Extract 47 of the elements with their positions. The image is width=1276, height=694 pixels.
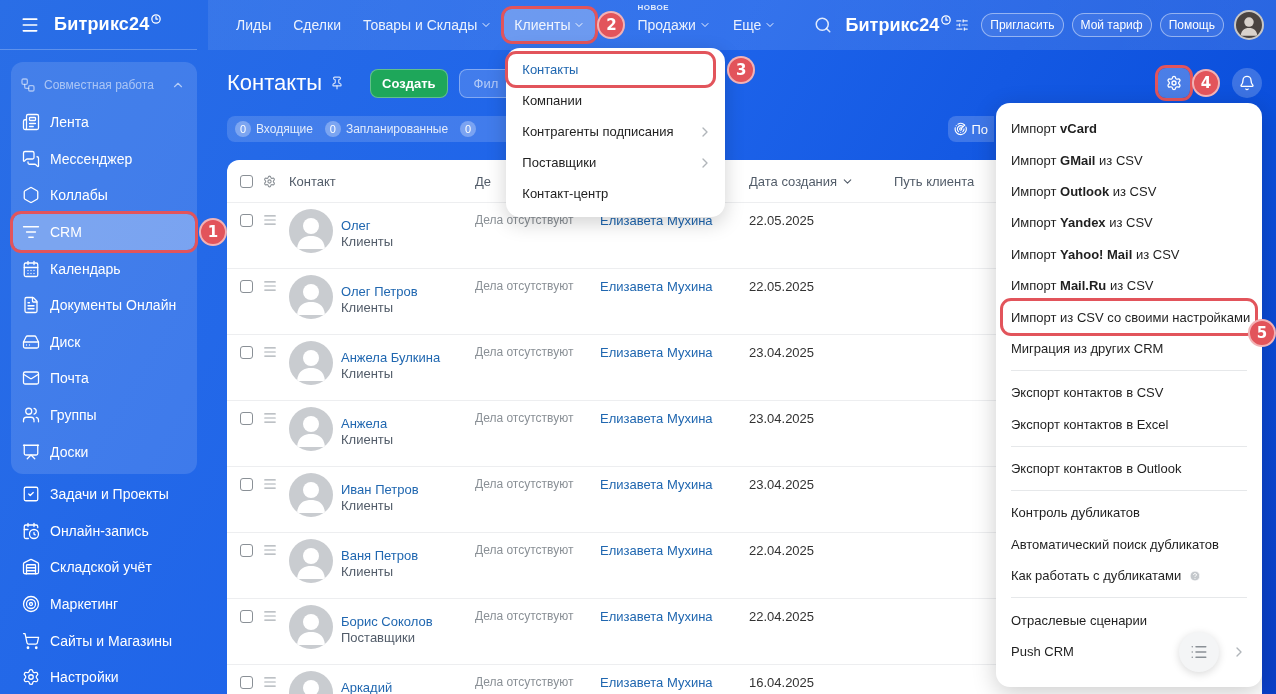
callout-number: 3: [727, 55, 756, 84]
sidebar-label: CRM: [50, 224, 82, 241]
date-cell-text: 22.05.2025: [749, 212, 816, 228]
contact-type: Клиенты: [341, 498, 395, 513]
logo-text: Битрикс24: [845, 14, 940, 36]
sidebar-label: Коллабы: [50, 187, 108, 204]
date-cell-text: 22.04.2025: [749, 542, 816, 558]
date-cell-text: 23.04.2025: [749, 476, 816, 492]
sidebar-label: Календарь: [50, 260, 121, 277]
activity-text: Дела отсутствуют: [475, 344, 575, 359]
sidebar-label: Мессенджер: [50, 150, 133, 167]
sidebar-label: Маркетинг: [50, 596, 119, 612]
activity-text: Дела отсутствуют: [475, 212, 575, 227]
contact-type: Клиенты: [341, 432, 394, 447]
date-cell-text: 16.04.2025: [749, 674, 816, 690]
page-title: Контакты: [227, 70, 323, 96]
callout-number: 1: [199, 218, 227, 247]
date-cell-text: 23.04.2025: [749, 344, 816, 360]
new-label: НОВОЕ: [637, 3, 670, 12]
date-cell-text: 22.04.2025: [749, 608, 816, 624]
callout-number: 2: [597, 11, 626, 39]
sidebar-label: Задачи и Проекты: [50, 486, 169, 503]
contact-type: Клиенты: [341, 300, 395, 315]
sidebar-label: Документы Онлайн: [50, 297, 177, 314]
callout-number: 4: [1192, 69, 1220, 97]
sidebar-label: Диск: [50, 333, 81, 350]
contact-type: Клиенты: [341, 234, 394, 249]
date-cell-text: 23.04.2025: [749, 410, 816, 426]
contact-type: Поставщики: [341, 630, 416, 645]
sidebar-label: Лента: [50, 114, 89, 131]
sidebar-label: Складской учёт: [50, 559, 152, 576]
contact-type: Клиенты: [341, 366, 395, 381]
sidebar-label: Онлайн-запись: [50, 522, 149, 539]
group-title: Совместная работа: [44, 78, 155, 92]
sidebar-label: Сайты и Магазины: [50, 632, 172, 649]
activity-text: Дела отсутствуют: [475, 674, 575, 689]
activity-text: Дела отсутствуют: [475, 278, 575, 293]
activity-text: Дела отсутствуют: [475, 608, 575, 623]
sidebar-label: Почта: [50, 370, 89, 387]
sidebar-label: Группы: [50, 407, 97, 424]
activity-text: Дела отсутствуют: [475, 542, 575, 557]
date-cell-text: 22.05.2025: [749, 278, 816, 294]
activity-text: Дела отсутствуют: [475, 410, 575, 425]
logo-text: Битрикс24: [54, 14, 150, 35]
contact-type: Клиенты: [341, 564, 395, 579]
sidebar-label: Доски: [50, 443, 89, 460]
activity-text: Дела отсутствуют: [475, 476, 575, 491]
